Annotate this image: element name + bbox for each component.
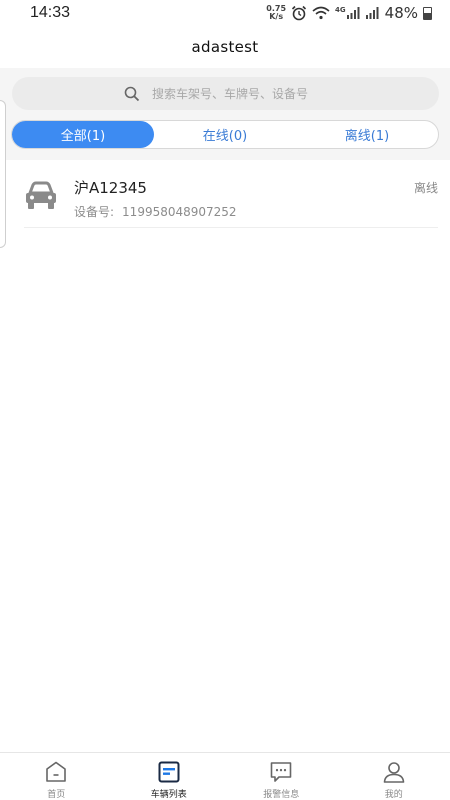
nav-home-label: 首页	[47, 790, 66, 800]
tab-all[interactable]: 全部(1)	[12, 121, 154, 148]
network-speed-unit: K/s	[269, 12, 284, 21]
wifi-icon	[312, 6, 330, 20]
status-badge: 离线	[413, 181, 438, 195]
alarm-clock-icon	[291, 5, 307, 21]
status-bar: 14:33 0.75 K/s 4G 48%	[0, 0, 450, 26]
device-info: 设备号: 119958048907252	[74, 203, 237, 220]
device-label: 设备号:	[74, 205, 115, 219]
network-type: 4G	[335, 6, 346, 14]
status-tabs: 全部(1) 在线(0) 离线(1)	[11, 120, 439, 149]
battery-icon	[423, 6, 432, 20]
nav-alarm[interactable]: 报警信息	[225, 753, 338, 800]
status-icons: 0.75 K/s 4G 48%	[266, 4, 432, 22]
vehicle-list: 沪A12345 设备号: 119958048907252 离线	[0, 166, 450, 228]
page-title: adastest	[191, 38, 259, 56]
nav-vehicle-list-label: 车辆列表	[150, 790, 187, 800]
search-bar[interactable]	[12, 77, 439, 110]
battery-percent: 48%	[384, 4, 418, 22]
vehicle-list-icon	[158, 761, 180, 783]
home-icon	[46, 761, 67, 782]
profile-icon	[383, 762, 405, 783]
car-icon	[26, 181, 56, 209]
vehicle-plate: 沪A12345	[74, 179, 147, 197]
alarm-message-icon	[270, 762, 292, 782]
nav-home[interactable]: 首页	[0, 753, 113, 800]
status-time: 14:33	[30, 4, 71, 21]
search-icon	[124, 86, 140, 101]
signal-icon-2	[365, 7, 379, 19]
nav-alarm-label: 报警信息	[263, 790, 300, 800]
tab-offline[interactable]: 离线(1)	[296, 121, 438, 148]
search-input[interactable]	[152, 86, 327, 101]
nav-profile[interactable]: 我的	[338, 753, 450, 800]
network-speed: 0.75 K/s	[266, 5, 286, 21]
header: adastest	[0, 26, 450, 68]
nav-profile-label: 我的	[384, 790, 403, 800]
list-item[interactable]: 沪A12345 设备号: 119958048907252 离线	[24, 166, 438, 228]
nav-vehicle-list[interactable]: 车辆列表	[113, 753, 226, 800]
bottom-nav: 首页 车辆列表 报警信息 我的	[0, 752, 450, 800]
tab-online[interactable]: 在线(0)	[154, 121, 296, 148]
filter-area: 全部(1) 在线(0) 离线(1)	[0, 68, 450, 160]
signal-icon	[346, 7, 360, 19]
device-id: 119958048907252	[122, 205, 237, 219]
